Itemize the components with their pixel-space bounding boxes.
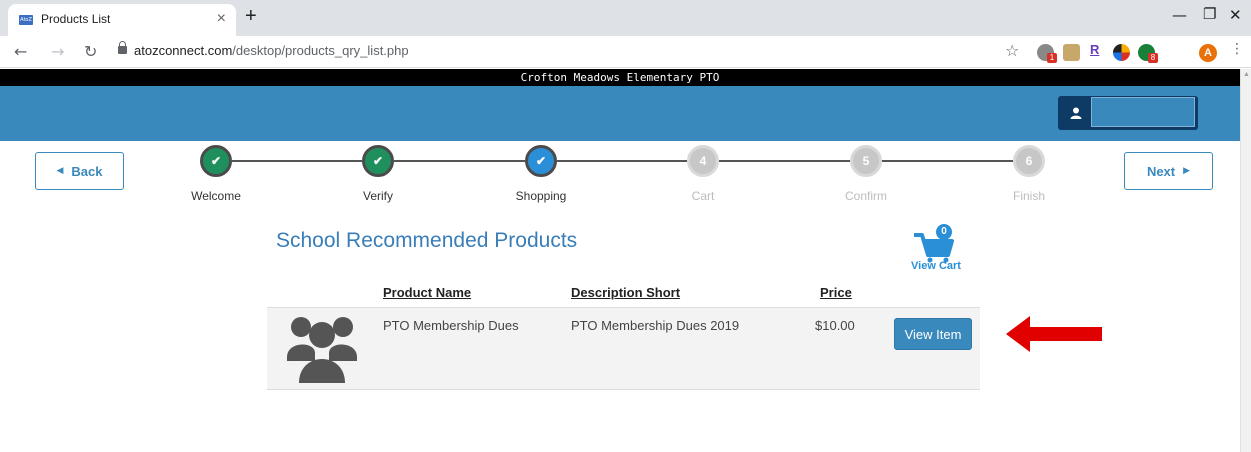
lock-icon bbox=[118, 41, 127, 54]
page-title: School Recommended Products bbox=[276, 229, 578, 252]
bookmark-star-icon[interactable]: ☆ bbox=[1005, 41, 1019, 60]
product-name-cell: PTO Membership Dues bbox=[383, 318, 519, 333]
step-cart-circle: 4 bbox=[687, 145, 719, 177]
url-path: /desktop/products_qry_list.php bbox=[232, 43, 409, 58]
tab-title: Products List bbox=[41, 12, 111, 26]
step-welcome-circle: ✔ bbox=[200, 145, 232, 177]
site-header bbox=[0, 86, 1240, 141]
org-name-bar: Crofton Meadows Elementary PTO bbox=[0, 69, 1240, 86]
back-button-label: Back bbox=[71, 163, 103, 179]
progress-line-4 bbox=[719, 160, 850, 162]
extension-badge-1: 1 bbox=[1047, 53, 1057, 63]
step-confirm-circle: 5 bbox=[850, 145, 882, 177]
column-header-price[interactable]: Price bbox=[820, 285, 852, 300]
step-label-cart: Cart bbox=[691, 189, 715, 203]
close-window-icon[interactable]: ✕ bbox=[1229, 6, 1242, 24]
step-number: 4 bbox=[699, 154, 707, 168]
browser-tab[interactable]: AtoZ Products List × bbox=[8, 4, 236, 36]
progress-line-2 bbox=[394, 160, 525, 162]
extension-icon-4[interactable] bbox=[1113, 44, 1130, 61]
step-verify-circle: ✔ bbox=[362, 145, 394, 177]
back-button[interactable]: ◀ Back bbox=[35, 152, 124, 190]
caret-left-icon: ◀ bbox=[56, 166, 64, 176]
forward-arrow-icon[interactable]: → bbox=[51, 42, 64, 61]
step-label-verify: Verify bbox=[362, 189, 393, 203]
user-menu[interactable] bbox=[1058, 96, 1198, 130]
view-item-button[interactable]: View Item bbox=[894, 318, 972, 350]
product-description-cell: PTO Membership Dues 2019 bbox=[571, 318, 740, 333]
step-label-confirm: Confirm bbox=[844, 189, 887, 203]
progress-line-1 bbox=[232, 160, 362, 162]
red-arrow-annotation-icon bbox=[1006, 316, 1102, 352]
browser-toolbar: ← → ↻ atozconnect.com/desktop/products_q… bbox=[0, 36, 1251, 68]
url-domain: atozconnect.com bbox=[134, 43, 233, 58]
profile-avatar[interactable]: A bbox=[1199, 44, 1217, 62]
step-number: 6 bbox=[1025, 154, 1033, 168]
step-label-finish: Finish bbox=[1012, 189, 1045, 203]
check-icon: ✔ bbox=[210, 154, 222, 168]
product-price-cell: $10.00 bbox=[815, 318, 855, 333]
check-icon: ✔ bbox=[535, 154, 547, 168]
user-icon bbox=[1070, 107, 1082, 119]
page-scrollbar[interactable]: ▲ bbox=[1240, 69, 1251, 452]
step-label-shopping: Shopping bbox=[515, 189, 567, 203]
address-bar[interactable]: atozconnect.com/desktop/products_qry_lis… bbox=[134, 43, 409, 58]
next-button-label: Next bbox=[1146, 163, 1176, 179]
progress-line-5 bbox=[882, 160, 1013, 162]
scroll-up-icon[interactable]: ▲ bbox=[1243, 71, 1250, 78]
progress-line-3 bbox=[557, 160, 687, 162]
user-name-field[interactable] bbox=[1091, 97, 1195, 127]
step-finish-circle: 6 bbox=[1013, 145, 1045, 177]
restore-icon[interactable]: ❐ bbox=[1203, 5, 1216, 23]
caret-right-icon: ▶ bbox=[1183, 166, 1191, 176]
column-header-product-name[interactable]: Product Name bbox=[383, 285, 471, 300]
extension-icon-3[interactable]: R bbox=[1090, 42, 1099, 57]
cart-count-badge: 0 bbox=[936, 224, 952, 240]
site-favicon-icon: AtoZ bbox=[19, 15, 33, 25]
next-button[interactable]: Next ▶ bbox=[1124, 152, 1213, 190]
reload-icon[interactable]: ↻ bbox=[84, 42, 97, 61]
menu-kebab-icon[interactable]: ⋮ bbox=[1230, 41, 1244, 57]
step-shopping-circle: ✔ bbox=[525, 145, 557, 177]
column-header-description[interactable]: Description Short bbox=[571, 285, 680, 300]
back-arrow-icon[interactable]: ← bbox=[14, 42, 27, 61]
view-cart-link[interactable]: View Cart bbox=[906, 260, 966, 272]
browser-tabstrip: AtoZ Products List × + — ❐ ✕ bbox=[0, 0, 1251, 36]
new-tab-button[interactable]: + bbox=[245, 5, 257, 28]
tab-close-button[interactable]: × bbox=[217, 10, 226, 28]
check-icon: ✔ bbox=[372, 154, 384, 168]
extension-badge-2: 8 bbox=[1148, 53, 1158, 63]
minimize-icon[interactable]: — bbox=[1172, 6, 1187, 24]
users-group-icon bbox=[287, 317, 357, 383]
step-number: 5 bbox=[862, 154, 870, 168]
extension-icon-2[interactable] bbox=[1063, 44, 1080, 61]
step-label-welcome: Welcome bbox=[191, 189, 241, 203]
